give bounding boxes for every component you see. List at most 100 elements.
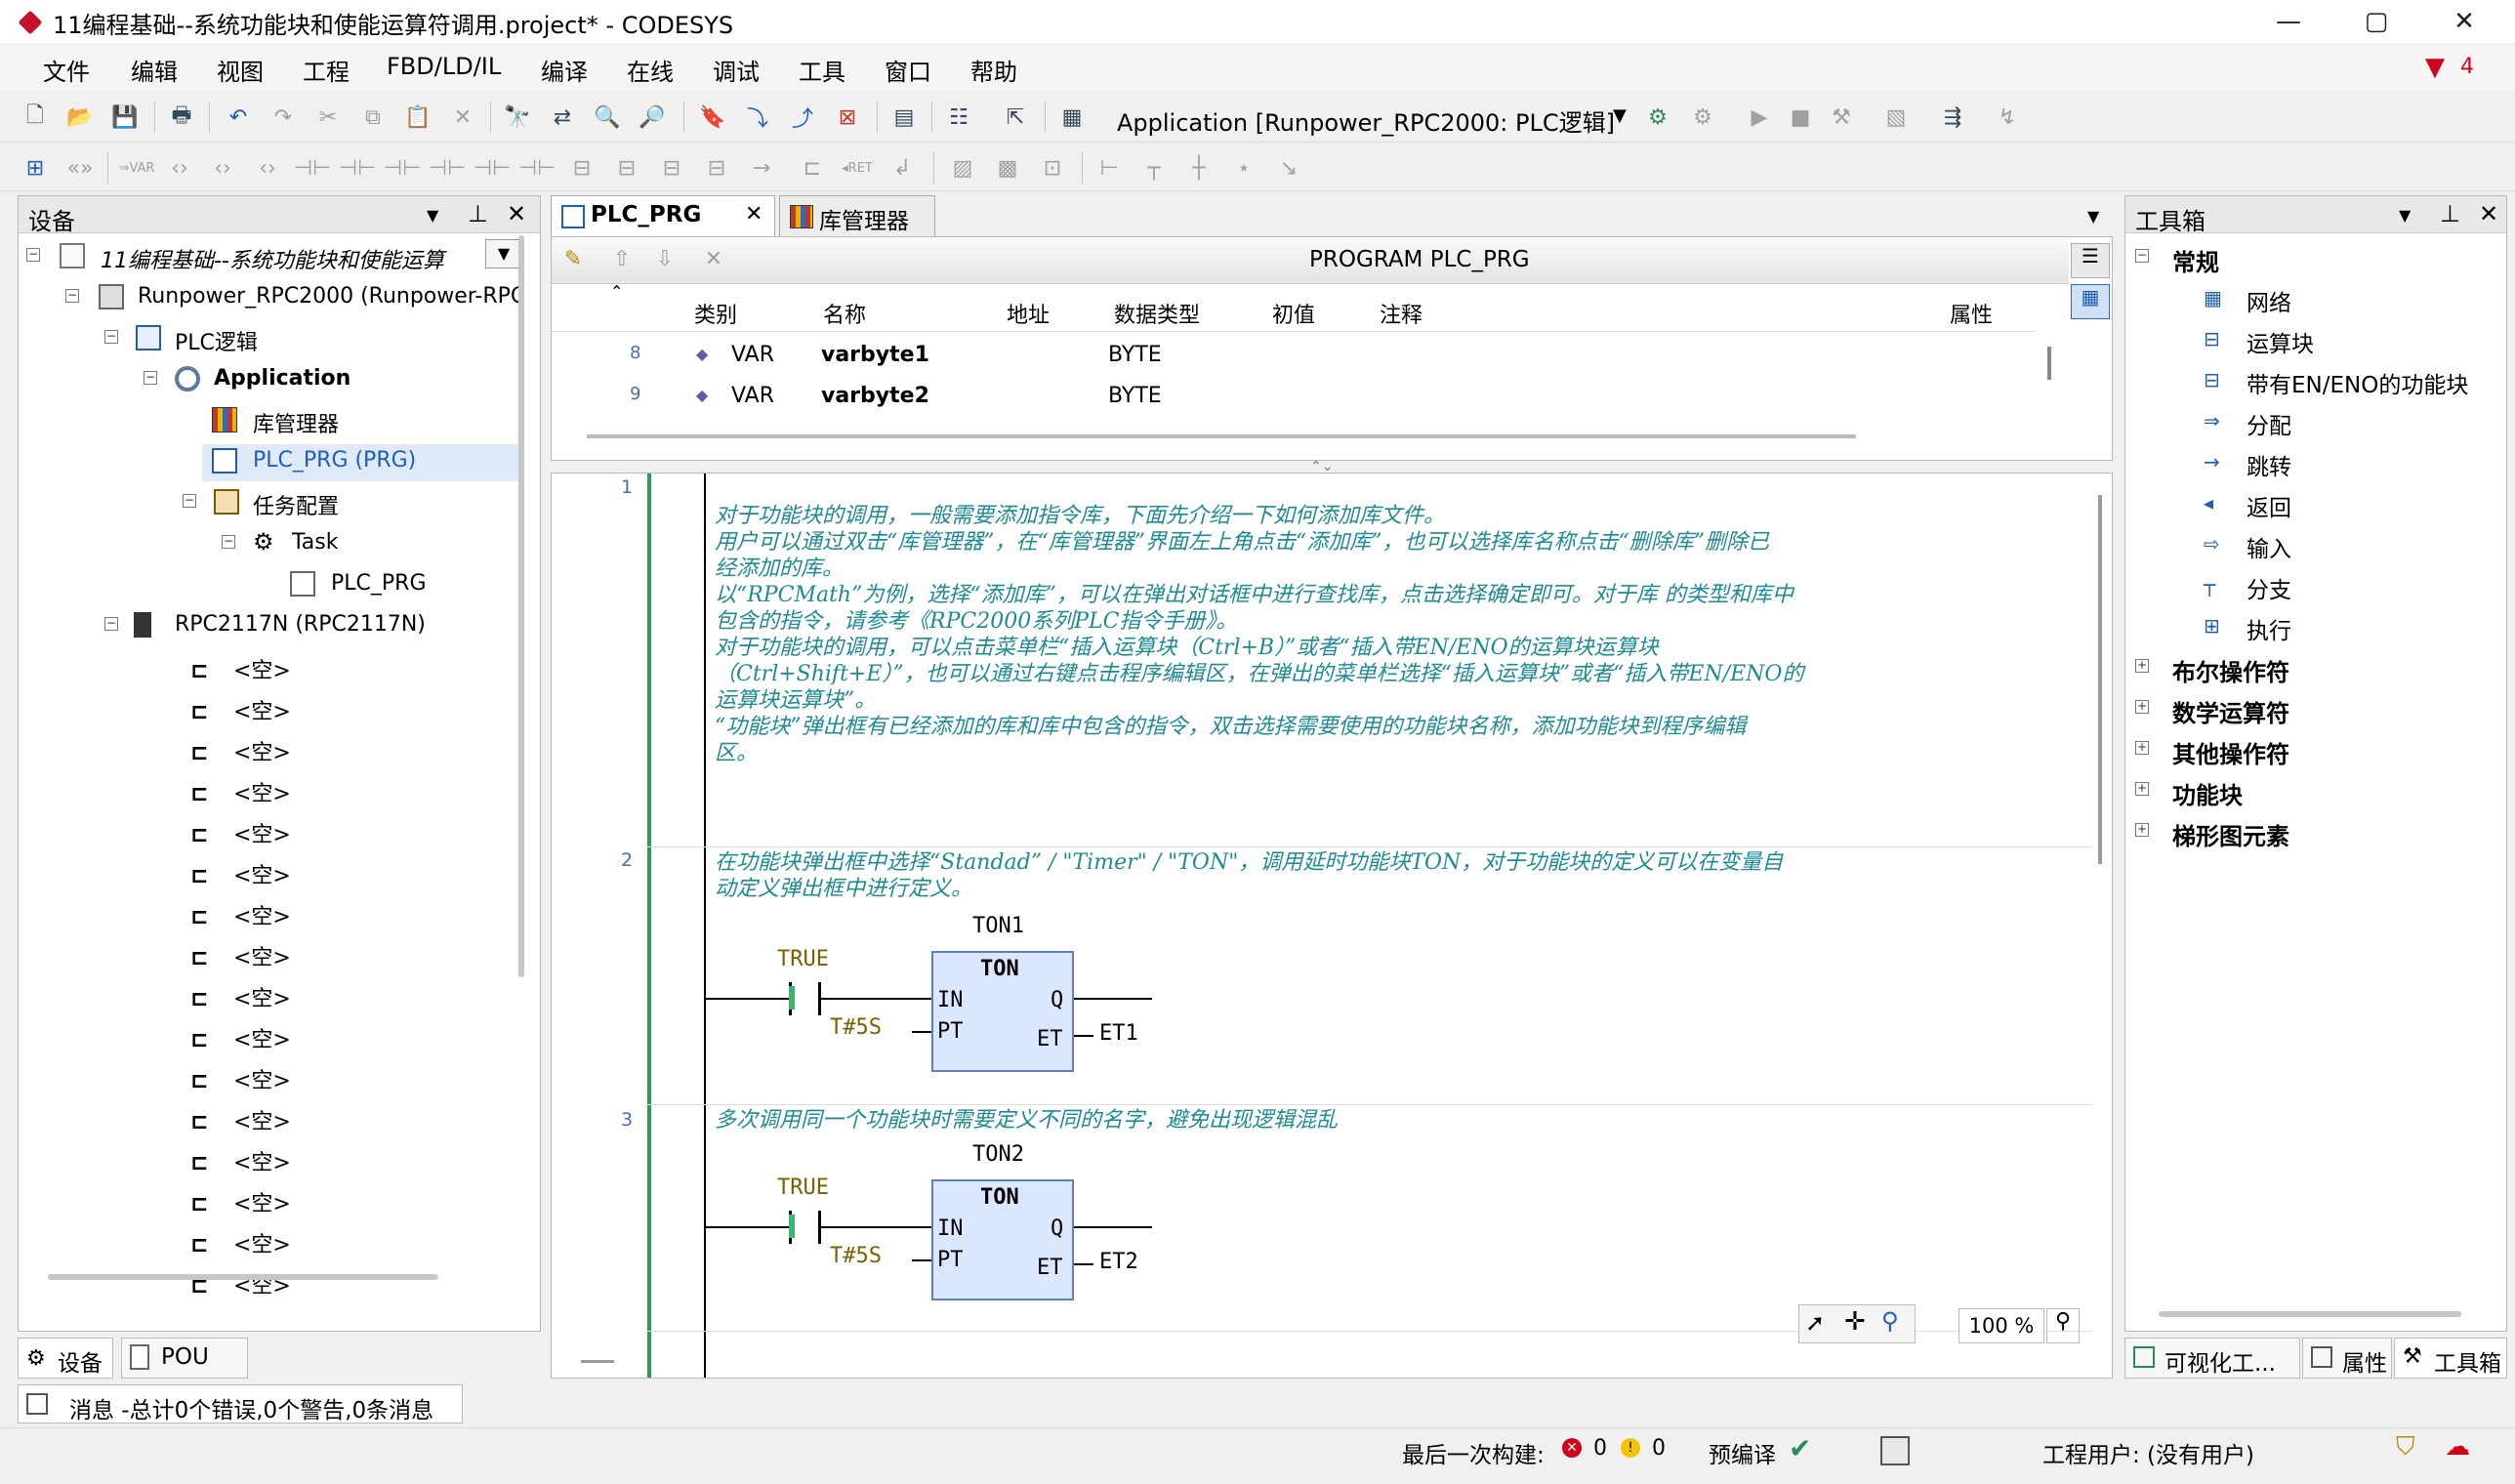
active-application-selector[interactable]: Application [Runpower_RPC2000: PLC逻辑] xyxy=(1117,103,1615,138)
col-address[interactable]: 地址 xyxy=(1007,298,1050,329)
tree-empty-slot[interactable]: ⊏ <空> xyxy=(190,653,291,684)
tree-empty-slot[interactable]: ⊏ <空> xyxy=(190,694,291,725)
undo-icon[interactable]: ↶ xyxy=(223,102,254,133)
copy-icon[interactable]: ⧉ xyxy=(357,102,389,133)
menu-file[interactable]: 文件 xyxy=(43,53,90,87)
security-shield-icon[interactable]: ⛉ xyxy=(2396,1432,2415,1463)
expand-icon[interactable]: + xyxy=(2135,700,2149,714)
insert-network-icon[interactable]: ⊞ xyxy=(20,152,51,184)
close-button[interactable]: ✕ xyxy=(2425,0,2503,45)
insert-jump-icon[interactable]: ‹› xyxy=(164,152,195,184)
network-comment[interactable]: 对于功能块的调用，一般需要添加指令库，下面先介绍一下如何添加库文件。 用户可以通… xyxy=(715,503,2062,766)
breakpoint-icon[interactable]: ▧ xyxy=(1880,102,1912,133)
warning-count[interactable]: 0 xyxy=(1652,1436,1666,1461)
minimize-button[interactable]: — xyxy=(2249,0,2328,45)
tab-visualization[interactable]: 可视化工... xyxy=(2124,1338,2300,1379)
error-count[interactable]: 0 xyxy=(1593,1436,1607,1461)
insert-input-icon[interactable]: ⊟ xyxy=(701,152,732,184)
editor-tabs-dropdown-icon[interactable]: ▼ xyxy=(2087,207,2099,226)
tree-task-config[interactable]: 任务配置 xyxy=(253,489,339,520)
insert-ret-icon[interactable]: ◂RET xyxy=(842,152,873,184)
insert-output-icon[interactable]: → xyxy=(746,152,777,184)
tab-devices[interactable]: ⚙ 设备 xyxy=(18,1338,113,1379)
network-comment[interactable]: 在功能块弹出框中选择“Standad” / "Timer" / "TON"，调用… xyxy=(715,849,2062,902)
toggle-edge-icon[interactable]: ▩ xyxy=(992,152,1023,184)
col-comment[interactable]: 注释 xyxy=(1380,298,1422,329)
collapse-icon[interactable]: − xyxy=(104,617,118,631)
tree-empty-slot[interactable]: ⊏ <空> xyxy=(190,776,291,807)
col-name[interactable]: 名称 xyxy=(823,298,866,329)
precompile-label[interactable]: 预编译 xyxy=(1709,1436,1776,1469)
insert-label-icon[interactable]: ‹› xyxy=(207,152,238,184)
text-view-icon[interactable]: ☰ xyxy=(2071,243,2110,278)
zoom-level[interactable]: 100 % xyxy=(1958,1308,2044,1343)
bookmark-clear-icon[interactable]: ⊠ xyxy=(832,102,863,133)
tab-toolbox[interactable]: ⚒ 工具箱 xyxy=(2394,1338,2507,1379)
open-folder-icon[interactable]: 📂 xyxy=(64,102,96,133)
menu-view[interactable]: 视图 xyxy=(217,53,264,87)
insert-jump-arrow-icon[interactable]: ↘ xyxy=(1273,152,1304,184)
tree-empty-slot[interactable]: ⊏ <空> xyxy=(190,1186,291,1217)
sort-up-icon[interactable]: ⌃ xyxy=(610,282,623,301)
contact-variable[interactable]: TRUE xyxy=(777,947,829,971)
tree-empty-slot[interactable]: ⊏ <空> xyxy=(190,735,291,766)
tree-rpc-module[interactable]: RPC2117N (RPC2117N) xyxy=(175,612,426,637)
tree-empty-slot[interactable]: ⊏ <空> xyxy=(190,817,291,848)
insert-return-icon[interactable]: ‹› xyxy=(252,152,283,184)
insert-branch-start-icon[interactable]: ┬ xyxy=(1138,152,1170,184)
logout-icon[interactable]: ⚙ xyxy=(1687,102,1718,133)
tree-empty-slot[interactable]: ⊏ <空> xyxy=(190,1268,291,1299)
tree-plc-prg[interactable]: PLC_PRG (PRG) xyxy=(253,448,416,473)
declaration-scrollbar[interactable] xyxy=(2047,347,2051,380)
et-output-variable[interactable]: ET1 xyxy=(1099,1021,1138,1046)
device-list-icon[interactable]: ☷ xyxy=(943,102,974,133)
stop-icon[interactable]: ■ xyxy=(1785,102,1816,133)
tree-empty-slot[interactable]: ⊏ <空> xyxy=(190,981,291,1012)
col-data-type[interactable]: 数据类型 xyxy=(1114,298,1200,329)
ld-vertical-scrollbar[interactable] xyxy=(2098,495,2102,864)
tree-empty-slot[interactable]: ⊏ <空> xyxy=(190,1145,291,1176)
ton-function-block[interactable]: TON IN PT Q ET xyxy=(931,951,1074,1072)
table-view-icon[interactable]: ▦ xyxy=(2071,284,2110,319)
toolbox-item[interactable]: 跳转 xyxy=(2247,448,2291,481)
menu-build[interactable]: 编译 xyxy=(541,53,588,87)
menu-window[interactable]: 窗口 xyxy=(885,53,931,87)
cloud-icon[interactable]: ☁ xyxy=(2445,1432,2470,1462)
fb-instance-name[interactable]: TON1 xyxy=(972,914,1024,938)
insert-parallel-branch-icon[interactable]: ⋆ xyxy=(1228,152,1259,184)
delete-icon[interactable]: ✕ xyxy=(447,102,478,133)
collapse-icon[interactable]: − xyxy=(26,248,40,262)
insert-contact-icon[interactable]: ⊣⊢ xyxy=(294,152,331,184)
tree-horizontal-scrollbar[interactable] xyxy=(48,1274,438,1280)
toolbox-group[interactable]: 布尔操作符 xyxy=(2172,653,2289,687)
bookmark-next-icon[interactable]: ⤵ xyxy=(742,102,773,133)
toggle-set-reset-icon[interactable]: ⊡ xyxy=(1037,152,1068,184)
messages-tab[interactable]: 消息 -总计0个错误,0个警告,0条消息 xyxy=(18,1384,463,1423)
declaration-h-scrollbar[interactable] xyxy=(587,434,1856,438)
fb-instance-name[interactable]: TON2 xyxy=(972,1142,1024,1167)
new-file-icon[interactable]: 🗋 xyxy=(20,102,51,133)
toolbox-item[interactable]: 返回 xyxy=(2247,489,2291,522)
col-category[interactable]: 类别 xyxy=(694,298,737,329)
tab-plc-prg[interactable]: PLC_PRG ✕ xyxy=(551,195,775,236)
save-icon[interactable]: 💾 xyxy=(109,102,141,133)
insert-box-icon[interactable]: ⊟ xyxy=(566,152,598,184)
reset-icon[interactable]: ⚒ xyxy=(1826,102,1857,133)
insert-branch-end-icon[interactable]: ┼ xyxy=(1183,152,1215,184)
print-icon[interactable]: 🖶 xyxy=(166,102,197,133)
pt-value[interactable]: T#5S xyxy=(830,1015,882,1040)
cut-icon[interactable]: ✂ xyxy=(312,102,344,133)
pan-icon[interactable]: ✛ xyxy=(1844,1307,1866,1337)
collapse-icon[interactable]: − xyxy=(222,535,235,549)
menu-online[interactable]: 在线 xyxy=(627,53,674,87)
et-output-variable[interactable]: ET2 xyxy=(1099,1250,1138,1274)
tab-close-icon[interactable]: ✕ xyxy=(745,202,763,227)
insert-branch-icon[interactable]: ⊏ xyxy=(797,152,828,184)
toolbox-group-general[interactable]: 常规 xyxy=(2172,243,2219,277)
menu-tools[interactable]: 工具 xyxy=(799,53,845,87)
menu-project[interactable]: 工程 xyxy=(303,53,350,87)
tab-properties[interactable]: 属性 xyxy=(2302,1338,2392,1379)
tree-empty-slot[interactable]: ⊏ <空> xyxy=(190,1104,291,1135)
tab-library-manager[interactable]: 库管理器 xyxy=(779,195,935,236)
insert-assignment-icon[interactable]: ⇒VAR xyxy=(119,152,155,184)
